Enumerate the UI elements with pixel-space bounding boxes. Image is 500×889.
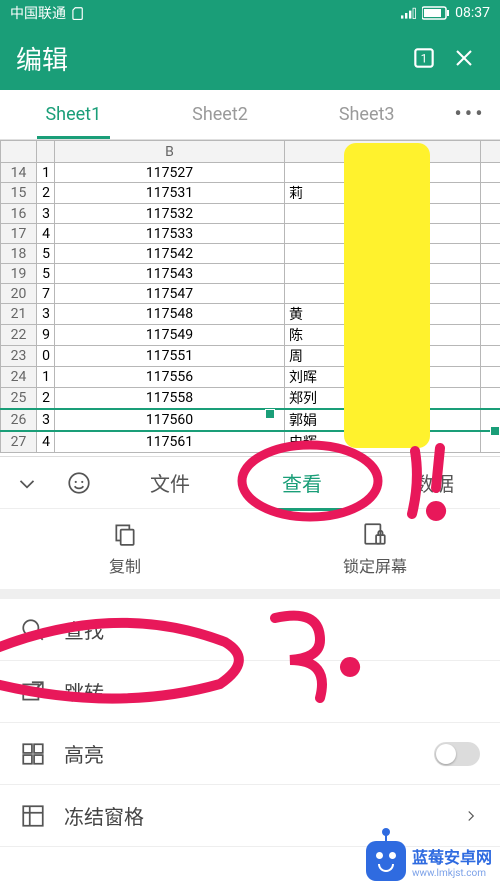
row-header[interactable]: 18 — [1, 244, 37, 264]
copy-icon — [112, 521, 138, 547]
menu-goto[interactable]: 跳转 — [0, 661, 500, 723]
cell[interactable] — [481, 244, 500, 264]
row-header[interactable]: 25 — [1, 388, 37, 410]
action-lock-screen[interactable]: 锁定屏幕 — [250, 509, 500, 589]
spreadsheet[interactable]: B C 141117527152117531莉16311753217411753… — [0, 140, 500, 453]
bottom-tab-file[interactable]: 文件 — [104, 468, 236, 497]
cell[interactable]: 117558 — [55, 388, 285, 410]
row-header[interactable]: 22 — [1, 325, 37, 346]
cell[interactable] — [481, 163, 500, 183]
page-title: 编辑 — [16, 40, 404, 77]
app-header: 编辑 1 — [0, 26, 500, 90]
row-header[interactable]: 26 — [1, 409, 37, 431]
cell[interactable] — [481, 325, 500, 346]
cell[interactable]: 0 — [37, 346, 55, 367]
cell[interactable]: 2 — [37, 183, 55, 204]
bottom-tab-view[interactable]: 查看 — [236, 468, 368, 497]
tab-sheet3[interactable]: Sheet3 — [293, 90, 440, 139]
highlight-icon — [20, 741, 46, 767]
row-header[interactable]: 27 — [1, 431, 37, 453]
cell[interactable] — [481, 304, 500, 325]
cell[interactable]: 2 — [37, 388, 55, 410]
time-label: 08:37 — [455, 5, 490, 21]
menu-freeze[interactable]: 冻结窗格 — [0, 785, 500, 847]
close-button[interactable] — [444, 46, 484, 70]
watermark-icon — [366, 841, 406, 881]
cell[interactable]: 117549 — [55, 325, 285, 346]
signal-icon — [401, 6, 417, 20]
tabs-button[interactable]: 1 — [404, 45, 444, 71]
cell[interactable]: 9 — [37, 325, 55, 346]
bottom-tab-data[interactable]: 数据 — [368, 468, 500, 497]
chevron-right-icon — [462, 803, 480, 829]
row-header[interactable]: 23 — [1, 346, 37, 367]
row-header[interactable]: 16 — [1, 204, 37, 224]
redaction-highlight — [344, 143, 430, 448]
cell[interactable]: 117542 — [55, 244, 285, 264]
cell[interactable]: 3 — [37, 204, 55, 224]
bottom-sheet: 文件 查看 数据 复制 锁定屏幕 查找 跳转 高亮 冻结窗格 — [0, 456, 500, 847]
selection-handle-left[interactable] — [265, 409, 275, 419]
tab-more[interactable]: ••• — [440, 90, 500, 139]
status-bar: 中国联通 08:37 — [0, 0, 500, 26]
action-copy[interactable]: 复制 — [0, 509, 250, 589]
cell[interactable]: 117532 — [55, 204, 285, 224]
cell[interactable] — [481, 224, 500, 244]
watermark: 蓝莓安卓网 www.lmkjst.com — [366, 841, 492, 881]
row-header[interactable]: 15 — [1, 183, 37, 204]
cell[interactable] — [481, 346, 500, 367]
sheet-tabs: Sheet1 Sheet2 Sheet3 ••• — [0, 90, 500, 140]
cell[interactable]: 117533 — [55, 224, 285, 244]
row-header[interactable]: 19 — [1, 264, 37, 284]
row-header[interactable]: 21 — [1, 304, 37, 325]
menu-highlight[interactable]: 高亮 — [0, 723, 500, 785]
cell[interactable]: 1 — [37, 367, 55, 388]
col-header-b[interactable]: B — [55, 141, 285, 163]
row-header[interactable]: 17 — [1, 224, 37, 244]
cell[interactable]: 117527 — [55, 163, 285, 183]
tab-sheet1[interactable]: Sheet1 — [0, 90, 147, 139]
cell[interactable]: 117547 — [55, 284, 285, 304]
cell[interactable] — [481, 204, 500, 224]
assistant-button[interactable] — [54, 470, 104, 496]
row-header[interactable]: 24 — [1, 367, 37, 388]
cell[interactable]: 7 — [37, 284, 55, 304]
cell[interactable] — [481, 183, 500, 204]
cell[interactable] — [481, 367, 500, 388]
carrier-label: 中国联通 — [10, 3, 66, 23]
cell[interactable] — [481, 388, 500, 410]
svg-text:1: 1 — [421, 51, 428, 65]
cell[interactable]: 117561 — [55, 431, 285, 453]
highlight-toggle[interactable] — [434, 742, 480, 766]
lock-screen-icon — [362, 521, 388, 547]
cell[interactable]: 117556 — [55, 367, 285, 388]
selection-handle-right[interactable] — [490, 426, 500, 436]
cell[interactable] — [481, 264, 500, 284]
collapse-button[interactable] — [0, 470, 54, 496]
cell[interactable] — [481, 284, 500, 304]
cell[interactable]: 3 — [37, 304, 55, 325]
row-header[interactable]: 14 — [1, 163, 37, 183]
sim-icon — [70, 6, 84, 20]
cell[interactable]: 117531 — [55, 183, 285, 204]
cell[interactable]: 117551 — [55, 346, 285, 367]
cell[interactable]: 3 — [37, 409, 55, 431]
tab-sheet2[interactable]: Sheet2 — [147, 90, 294, 139]
menu-find[interactable]: 查找 — [0, 599, 500, 661]
cell[interactable]: 5 — [37, 244, 55, 264]
goto-icon — [20, 679, 46, 705]
cell[interactable]: 1 — [37, 163, 55, 183]
cell[interactable]: 4 — [37, 224, 55, 244]
corner-cell[interactable] — [1, 141, 37, 163]
search-icon — [20, 617, 46, 643]
cell[interactable]: 117543 — [55, 264, 285, 284]
cell[interactable]: 117560 — [55, 409, 285, 431]
freeze-icon — [20, 803, 46, 829]
row-header[interactable]: 20 — [1, 284, 37, 304]
battery-icon — [422, 6, 450, 20]
cell[interactable]: 117548 — [55, 304, 285, 325]
cell[interactable]: 4 — [37, 431, 55, 453]
cell[interactable]: 5 — [37, 264, 55, 284]
